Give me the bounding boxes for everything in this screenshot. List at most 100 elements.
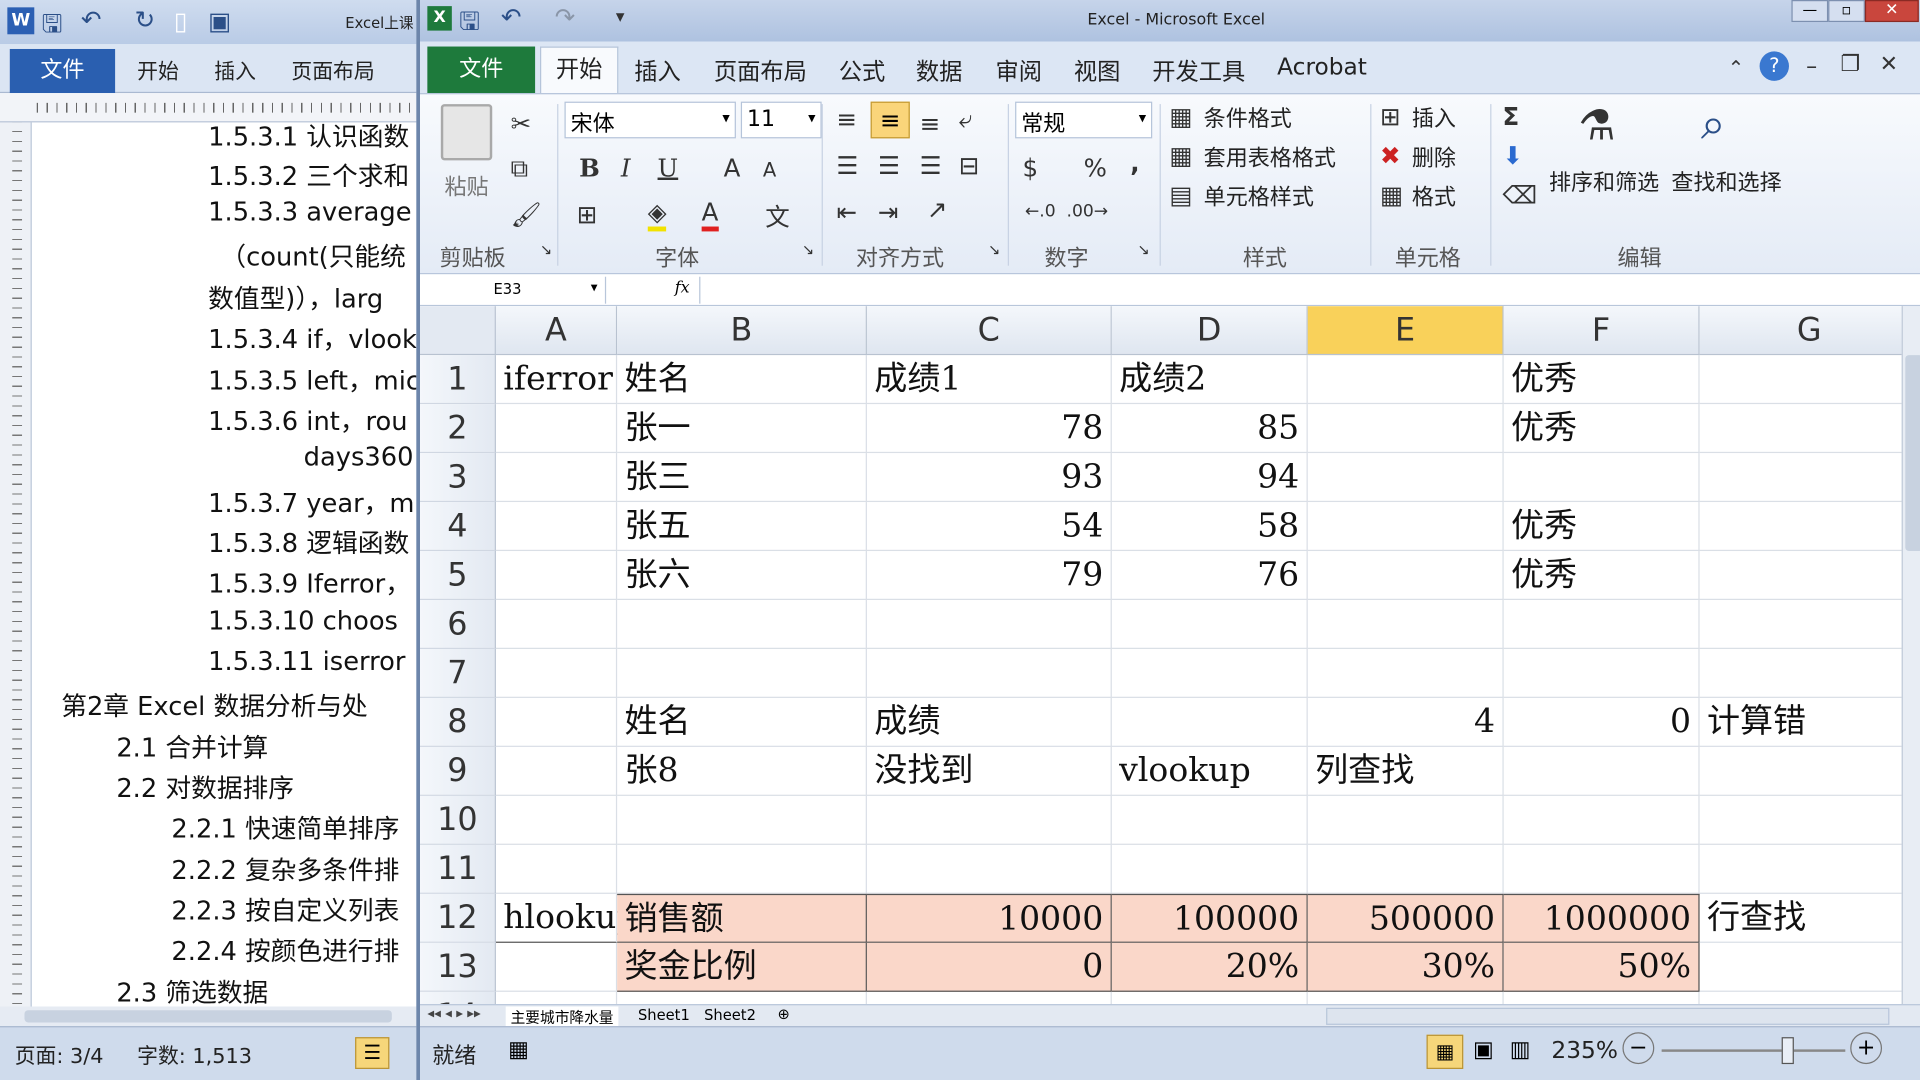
column-header-b[interactable]: B: [617, 306, 867, 356]
cell-a13[interactable]: [495, 942, 618, 992]
format-painter-icon[interactable]: 🖌: [511, 200, 542, 229]
cell-a11[interactable]: [495, 844, 618, 894]
cell-g13[interactable]: [1699, 943, 1902, 992]
excel-save-icon[interactable]: 🖫: [459, 4, 480, 46]
cell-e8[interactable]: 4: [1307, 697, 1504, 747]
font-color-icon[interactable]: A: [701, 197, 719, 232]
cell-a5[interactable]: [495, 551, 618, 600]
vscroll-thumb[interactable]: [1905, 355, 1920, 552]
undo-icon[interactable]: ↶: [81, 5, 102, 34]
fx-icon[interactable]: fx: [675, 279, 690, 297]
cell-a8[interactable]: [495, 697, 618, 747]
grow-font-icon[interactable]: A: [724, 153, 741, 182]
percent-style-icon[interactable]: %: [1084, 153, 1107, 182]
cell-e3[interactable]: [1307, 453, 1504, 503]
cell-f11[interactable]: [1503, 844, 1700, 894]
spreadsheet-grid[interactable]: A B C D E F G 1 iferror 姓名 成绩1 成绩2 优秀 2 张一 78 85 优秀 3 张三 93 9…: [420, 306, 1902, 1005]
cell-e10[interactable]: [1307, 795, 1504, 845]
table-format-icon[interactable]: ▦: [1169, 141, 1192, 170]
font-size-select[interactable]: 11 ▾: [740, 101, 822, 139]
word-horizontal-ruler[interactable]: [0, 93, 423, 123]
column-header-a[interactable]: A: [495, 306, 618, 356]
cell-d11[interactable]: [1111, 844, 1308, 894]
name-box[interactable]: E33 ▾: [425, 276, 607, 304]
find-select-icon[interactable]: ⌕: [1701, 99, 1726, 150]
close-icon[interactable]: ✕: [1864, 0, 1919, 23]
format-cells-icon[interactable]: ▦: [1380, 180, 1403, 209]
sheet-nav-icon[interactable]: ◂◂ ◂ ▸ ▸▸: [427, 1005, 480, 1021]
toc-entry[interactable]: 2.1 合并计算: [116, 729, 268, 766]
formula-input[interactable]: [699, 276, 1889, 304]
toc-entry[interactable]: 1.5.3.1 认识函数: [208, 122, 409, 154]
word-scroll-thumb[interactable]: [24, 1010, 392, 1023]
row-header[interactable]: 2: [420, 404, 496, 454]
cell-f7[interactable]: [1503, 648, 1700, 698]
cell-b2[interactable]: 张一: [617, 404, 867, 454]
fill-color-icon[interactable]: ◈: [647, 197, 667, 232]
increase-decimal-icon[interactable]: ←.0: [1025, 202, 1056, 222]
cell-f10[interactable]: [1503, 795, 1700, 845]
delete-cells-icon[interactable]: ✖: [1380, 141, 1401, 170]
cell-d13[interactable]: 20%: [1111, 942, 1308, 992]
delete-cells-button[interactable]: 删除: [1412, 141, 1456, 173]
zoom-slider[interactable]: [1661, 1049, 1846, 1052]
cell-style-icon[interactable]: ▤: [1169, 180, 1192, 209]
comma-style-icon[interactable]: ,: [1130, 148, 1139, 177]
toc-entry[interactable]: （count(只能统: [220, 238, 405, 275]
decrease-indent-icon[interactable]: ⇤: [836, 197, 857, 226]
autosum-icon[interactable]: Σ: [1502, 102, 1519, 131]
word-tab-layout[interactable]: 页面布局: [291, 54, 374, 84]
row-header[interactable]: 8: [420, 697, 496, 747]
cell-c9[interactable]: 没找到: [866, 746, 1112, 796]
normal-view-icon[interactable]: ▦: [1426, 1034, 1464, 1069]
cell-f5[interactable]: 优秀: [1503, 551, 1700, 600]
doc-minimize-icon[interactable]: –: [1806, 54, 1817, 80]
sheet-tab-1[interactable]: Sheet1: [638, 1007, 690, 1024]
word-horizontal-scrollbar[interactable]: [0, 1006, 423, 1027]
excel-tab-layout[interactable]: 页面布局: [714, 54, 807, 87]
redo-icon[interactable]: ↻: [135, 5, 156, 34]
row-header[interactable]: 3: [420, 453, 496, 503]
cell-b6[interactable]: [617, 600, 867, 649]
word-document-page[interactable]: 1.5.3.1 认识函数 1.5.3.2 三个求和 1.5.3.3 average （…: [31, 122, 423, 1007]
find-select-button[interactable]: 查找和选择: [1671, 165, 1781, 197]
shrink-font-icon[interactable]: A: [763, 158, 776, 181]
cell-d6[interactable]: [1111, 600, 1308, 649]
merge-center-icon[interactable]: ⊟: [959, 151, 980, 180]
toc-entry[interactable]: 2.3 筛选数据: [116, 973, 268, 1006]
toc-entry[interactable]: 1.5.3.6 int，rou: [208, 402, 407, 439]
cell-c10[interactable]: [866, 795, 1112, 845]
toc-entry[interactable]: 第2章 Excel 数据分析与处: [61, 687, 368, 724]
borders-icon[interactable]: ⊞: [577, 200, 598, 229]
word-tab-file[interactable]: 文件: [9, 48, 116, 94]
cell-a1[interactable]: iferror: [495, 355, 618, 405]
insert-sheet-icon[interactable]: ⊕: [778, 1005, 790, 1022]
cell-a6[interactable]: [495, 600, 618, 649]
cell-g3[interactable]: [1699, 453, 1902, 503]
column-header-f[interactable]: F: [1503, 306, 1700, 356]
insert-cells-button[interactable]: 插入: [1412, 102, 1456, 134]
horizontal-scrollbar[interactable]: [1326, 1007, 1890, 1025]
cell-d10[interactable]: [1111, 795, 1308, 845]
cell-d2[interactable]: 85: [1111, 404, 1308, 454]
cell-d14[interactable]: [1112, 991, 1308, 1005]
row-header[interactable]: 12: [420, 893, 496, 943]
increase-indent-icon[interactable]: ⇥: [878, 197, 899, 226]
sheet-tab-2[interactable]: Sheet2: [704, 1007, 756, 1024]
cell-b1[interactable]: 姓名: [617, 355, 867, 405]
cell-f3[interactable]: [1503, 453, 1700, 503]
column-header-d[interactable]: D: [1111, 306, 1308, 356]
row-header[interactable]: 13: [420, 942, 496, 992]
zoom-in-icon[interactable]: +: [1850, 1032, 1883, 1065]
row-header[interactable]: 6: [420, 600, 496, 649]
cell-d3[interactable]: 94: [1111, 453, 1308, 503]
excel-tab-view[interactable]: 视图: [1074, 54, 1121, 87]
table-format-button[interactable]: 套用表格格式: [1204, 141, 1336, 173]
toc-entry[interactable]: days360: [304, 442, 414, 471]
excel-redo-icon[interactable]: ↷: [555, 2, 576, 31]
select-all-corner[interactable]: [420, 306, 496, 356]
row-header[interactable]: 14: [420, 991, 496, 1005]
underline-icon[interactable]: U: [658, 153, 679, 182]
quick-access-dropdown-icon[interactable]: ▾: [616, 7, 625, 27]
paste-button[interactable]: 粘贴: [437, 102, 496, 224]
